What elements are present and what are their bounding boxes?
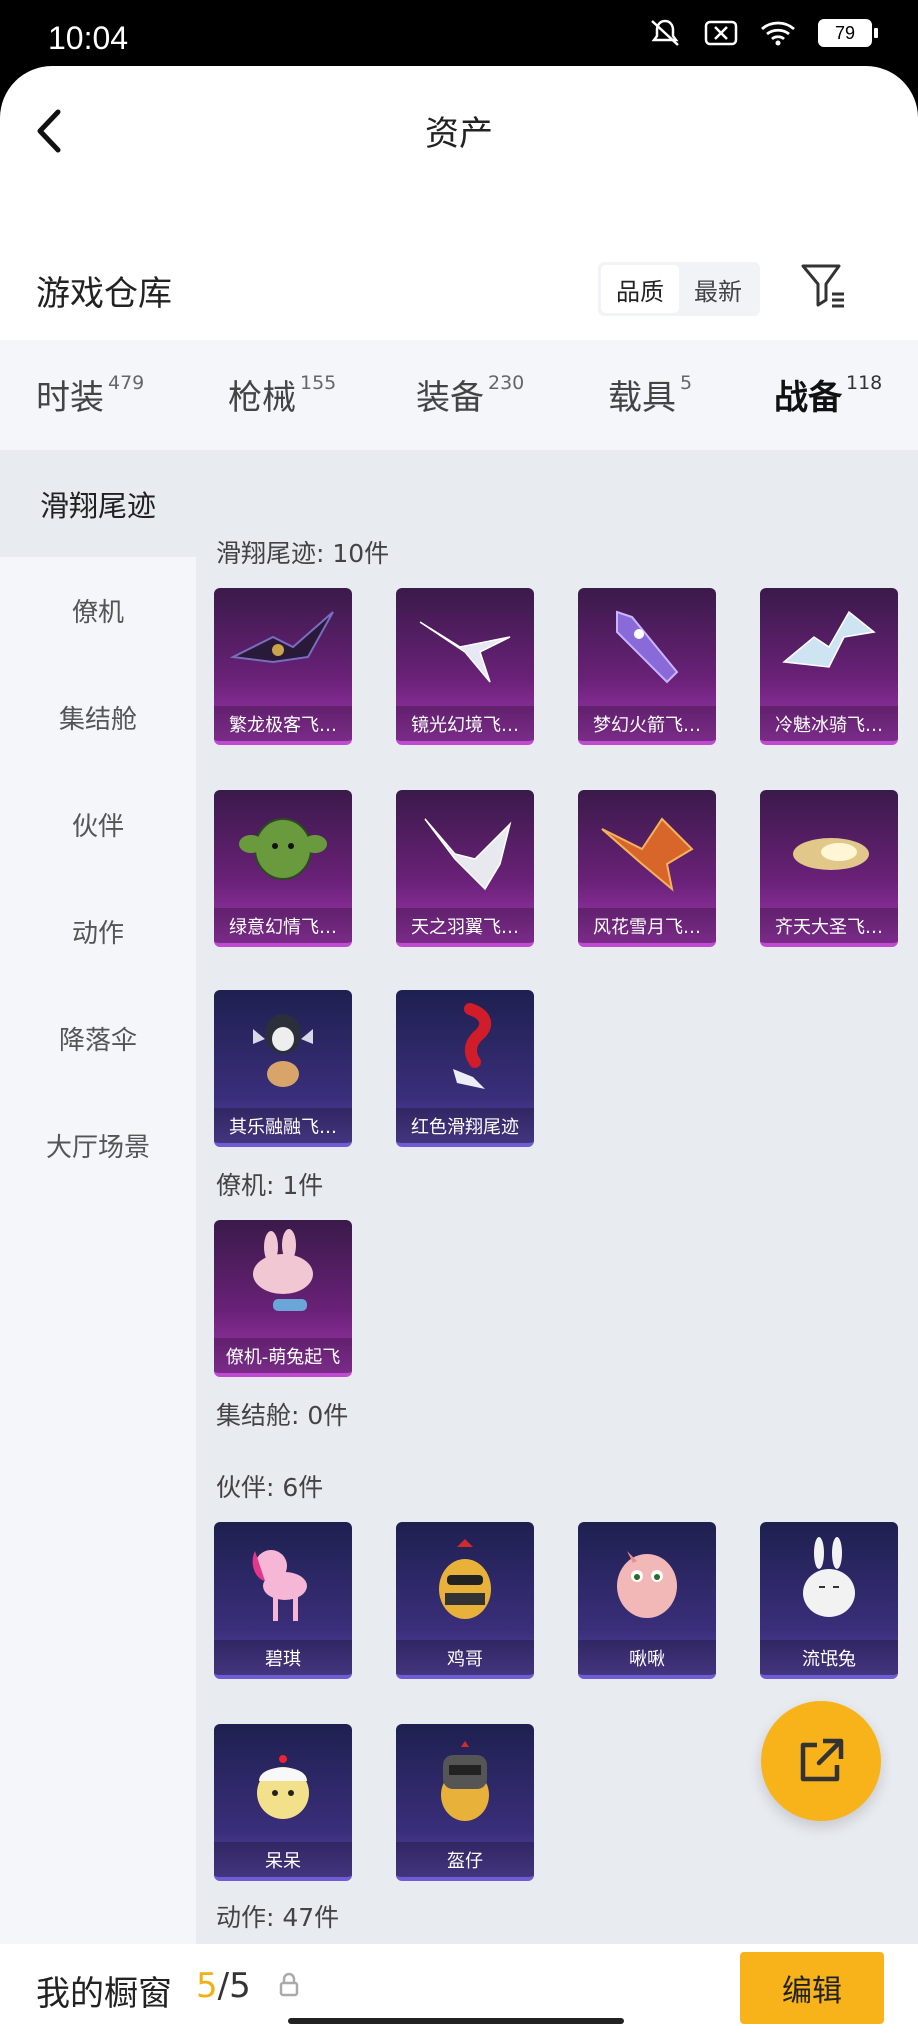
showcase-count: 5/5	[196, 1966, 251, 2006]
battery-icon: 79	[818, 19, 878, 47]
mute-icon	[651, 19, 679, 46]
sidebar-item-capsule[interactable]: 集结舱	[0, 664, 196, 771]
app-window: 资产 游戏仓库 品质 最新 时装 479 枪械 155 装备 230 载具 5 战备 11…	[0, 66, 918, 2040]
wifi-icon	[761, 21, 795, 46]
showcase-title: 我的橱窗	[36, 1974, 172, 2014]
share-button[interactable]	[761, 1701, 881, 1821]
item-card[interactable]: 盔仔	[396, 1724, 534, 1881]
item-label: 流氓兔	[760, 1640, 898, 1675]
tab-battle-prep[interactable]: 战备 118	[774, 370, 882, 419]
group-title-wingman: 僚机: 1件	[216, 1171, 324, 1200]
tab-guns[interactable]: 枪械 155	[228, 370, 336, 419]
item-card[interactable]: 绿意幻情飞…	[214, 790, 352, 947]
top-bar: 资产	[0, 66, 918, 196]
warehouse-title: 游戏仓库	[36, 274, 172, 314]
item-art	[214, 990, 352, 1108]
item-card[interactable]: 天之羽翼飞…	[396, 790, 534, 947]
share-external-icon	[800, 1738, 844, 1782]
item-label: 镜光幻境飞…	[396, 706, 534, 741]
sort-newest-button[interactable]: 最新	[679, 265, 757, 313]
status-time: 10:04	[48, 20, 129, 56]
item-label: 鸡哥	[396, 1640, 534, 1675]
item-card[interactable]: 啾啾	[578, 1522, 716, 1679]
item-art	[578, 1522, 716, 1640]
tab-vehicles[interactable]: 载具 5	[608, 370, 692, 419]
page-title: 资产	[425, 114, 493, 154]
item-label: 红色滑翔尾迹	[396, 1108, 534, 1143]
item-card[interactable]: 繁龙极客飞…	[214, 588, 352, 745]
item-card[interactable]: 鸡哥	[396, 1522, 534, 1679]
item-label: 盔仔	[396, 1842, 534, 1877]
item-card[interactable]: 梦幻火箭飞…	[578, 588, 716, 745]
item-art	[396, 1522, 534, 1640]
group-title-action: 动作: 47件	[216, 1903, 340, 1932]
item-card[interactable]: 冷魅冰骑飞…	[760, 588, 898, 745]
sort-quality-button[interactable]: 品质	[601, 265, 679, 313]
sidebar-item-glide-trail[interactable]: 滑翔尾迹	[0, 450, 196, 557]
status-icons: 79	[648, 18, 878, 48]
status-bar: 10:04 79	[0, 0, 918, 66]
sort-toggle: 品质 最新	[598, 262, 760, 316]
sidebar-item-partner[interactable]: 伙伴	[0, 771, 196, 878]
item-card[interactable]: 流氓兔	[760, 1522, 898, 1679]
bottom-bar: 我的橱窗 5/5 编辑	[0, 1944, 918, 2040]
sim-off-icon	[704, 20, 738, 46]
item-card[interactable]: 其乐融融飞…	[214, 990, 352, 1147]
item-art	[214, 1522, 352, 1640]
item-label: 碧琪	[214, 1640, 352, 1675]
sidebar-item-parachute[interactable]: 降落伞	[0, 985, 196, 1092]
item-art	[760, 1522, 898, 1640]
edit-button[interactable]: 编辑	[740, 1952, 884, 2024]
sidebar-item-wingman[interactable]: 僚机	[0, 557, 196, 664]
item-art	[578, 588, 716, 706]
item-art	[214, 588, 352, 706]
item-label: 啾啾	[578, 1640, 716, 1675]
tab-equipment[interactable]: 装备 230	[416, 370, 524, 419]
item-art	[214, 1724, 352, 1842]
item-art	[396, 990, 534, 1108]
filter-icon[interactable]	[800, 262, 846, 310]
group-title-glide-trail: 滑翔尾迹: 10件	[216, 539, 390, 568]
sidebar-item-action[interactable]: 动作	[0, 878, 196, 985]
lock-icon	[279, 1972, 299, 1997]
item-card[interactable]: 红色滑翔尾迹	[396, 990, 534, 1147]
item-art	[396, 588, 534, 706]
item-label: 呆呆	[214, 1842, 352, 1877]
item-card[interactable]: 齐天大圣飞…	[760, 790, 898, 947]
item-label: 梦幻火箭飞…	[578, 706, 716, 741]
sidebar: 滑翔尾迹 僚机 集结舱 伙伴 动作 降落伞 大厅场景	[0, 450, 196, 1944]
category-tabs: 时装 479 枪械 155 装备 230 载具 5 战备 118	[0, 340, 918, 450]
item-label: 繁龙极客飞…	[214, 706, 352, 741]
item-label: 绿意幻情飞…	[214, 908, 352, 943]
item-card[interactable]: 碧琪	[214, 1522, 352, 1679]
group-title-partner: 伙伴: 6件	[216, 1473, 324, 1502]
tab-fashion[interactable]: 时装 479	[36, 370, 144, 419]
item-card[interactable]: 呆呆	[214, 1724, 352, 1881]
item-label: 风花雪月飞…	[578, 908, 716, 943]
item-label: 其乐融融飞…	[214, 1108, 352, 1143]
item-art	[396, 790, 534, 908]
sidebar-item-lobby-scene[interactable]: 大厅场景	[0, 1092, 196, 1199]
item-art	[760, 790, 898, 908]
item-card[interactable]: 风花雪月飞…	[578, 790, 716, 947]
home-indicator	[288, 2018, 624, 2024]
item-label: 天之羽翼飞…	[396, 908, 534, 943]
item-art	[578, 790, 716, 908]
item-art	[396, 1724, 534, 1842]
item-card[interactable]: 镜光幻境飞…	[396, 588, 534, 745]
item-art	[214, 1220, 352, 1338]
item-label: 僚机-萌兔起飞	[214, 1338, 352, 1373]
item-label: 冷魅冰骑飞…	[760, 706, 898, 741]
item-card[interactable]: 僚机-萌兔起飞	[214, 1220, 352, 1377]
group-title-capsule: 集结舱: 0件	[216, 1401, 349, 1430]
item-art	[214, 790, 352, 908]
item-label: 齐天大圣飞…	[760, 908, 898, 943]
item-art	[760, 588, 898, 706]
